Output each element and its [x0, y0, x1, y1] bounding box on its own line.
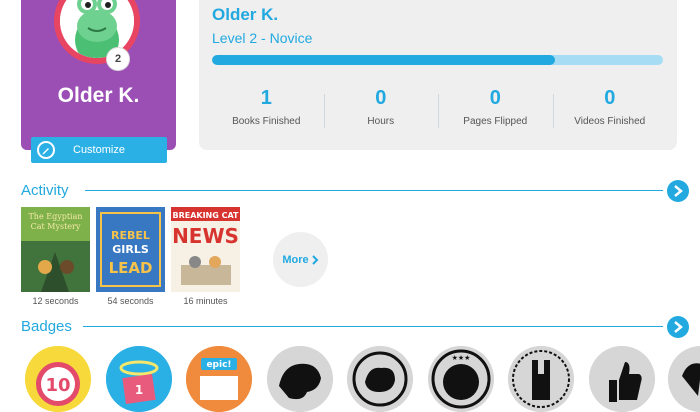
stat-books-finished: 1 Books Finished — [209, 86, 324, 132]
divider — [85, 190, 663, 191]
locked-badge-icon[interactable] — [668, 346, 700, 412]
stats-level: Level 2 - Novice — [212, 30, 313, 46]
activity-book[interactable]: BREAKING CAT NEWS 16 minutes — [171, 207, 240, 306]
book-time: 54 seconds — [107, 296, 154, 306]
activity-next-button[interactable] — [667, 180, 689, 202]
stat-pages-flipped: 0 Pages Flipped — [438, 86, 553, 132]
book-cover-title: REBEL — [111, 229, 150, 242]
book-cover-title: GIRLS — [112, 243, 149, 256]
stats-user-name: Older K. — [212, 5, 279, 24]
locked-badge-icon[interactable] — [267, 346, 333, 412]
stat-videos-finished: 0 Videos Finished — [552, 86, 668, 132]
customize-label: Customize — [73, 144, 125, 156]
stats-panel: Older K. Level 2 - Novice 1 Books Finish… — [199, 0, 677, 150]
chevron-right-icon — [674, 321, 683, 333]
level-progress-fill — [212, 55, 555, 65]
book-cover: REBEL GIRLS LEAD — [96, 207, 165, 292]
chevron-right-icon — [674, 185, 683, 197]
activity-header: Activity — [21, 180, 689, 202]
activity-book[interactable]: The Egyptian Cat Mystery 12 seconds — [21, 207, 90, 306]
badge-text: epic! — [206, 360, 231, 370]
pencil-icon — [37, 141, 55, 159]
book-cover: BREAKING CAT NEWS — [171, 207, 240, 292]
level-badge: 2 — [107, 48, 129, 70]
alarm-clock-badge-icon[interactable]: 10 — [25, 346, 91, 412]
profile-card: 2 Older K. — [21, 0, 176, 150]
badges-title: Badges — [21, 318, 72, 335]
customize-button[interactable]: Customize — [31, 137, 167, 163]
badges-header: Badges — [21, 316, 689, 338]
book-time: 12 seconds — [32, 296, 79, 306]
stat-value: 0 — [375, 87, 387, 109]
badges-next-button[interactable] — [667, 316, 689, 338]
chevron-right-icon — [311, 254, 319, 265]
stat-label: Videos Finished — [574, 116, 646, 127]
stat-label: Books Finished — [232, 116, 301, 127]
book-time: 16 minutes — [183, 296, 228, 306]
locked-badge-icon[interactable] — [347, 346, 413, 412]
book-cover-title: NEWS — [172, 224, 239, 248]
stat-value: 0 — [489, 87, 501, 109]
book-cover-title: BREAKING CAT — [172, 211, 239, 220]
svg-text:★★★: ★★★ — [452, 354, 471, 362]
stat-value: 0 — [604, 87, 616, 109]
locked-badge-icon[interactable]: ★★★ — [428, 346, 494, 412]
stat-columns: 1 Books Finished 0 Hours 0 Pages Flipped… — [209, 86, 667, 132]
badge-number: 10 — [45, 375, 70, 396]
epic-badge-icon[interactable]: epic! — [186, 346, 252, 412]
level-progress-bar — [212, 55, 663, 65]
gift-badge-icon[interactable]: 1 — [106, 346, 172, 412]
thumbs-up-badge-icon[interactable] — [589, 346, 655, 412]
activity-book[interactable]: REBEL GIRLS LEAD 54 seconds — [96, 207, 165, 306]
stat-label: Hours — [367, 116, 395, 127]
more-button[interactable]: More — [273, 232, 328, 287]
activity-title: Activity — [21, 182, 69, 199]
stat-hours: 0 Hours — [323, 86, 439, 132]
more-label: More — [282, 253, 309, 266]
book-cover: The Egyptian Cat Mystery — [21, 207, 90, 292]
divider — [83, 326, 663, 327]
stat-label: Pages Flipped — [463, 116, 528, 127]
book-cover-title: Cat Mystery — [31, 222, 81, 231]
stat-value: 1 — [260, 87, 272, 109]
profile-name: Older K. — [57, 84, 140, 107]
book-cover-title: LEAD — [109, 259, 153, 277]
badge-number: 1 — [135, 383, 143, 397]
book-cover-title: The Egyptian — [28, 212, 82, 221]
locked-badge-icon[interactable] — [508, 346, 574, 412]
